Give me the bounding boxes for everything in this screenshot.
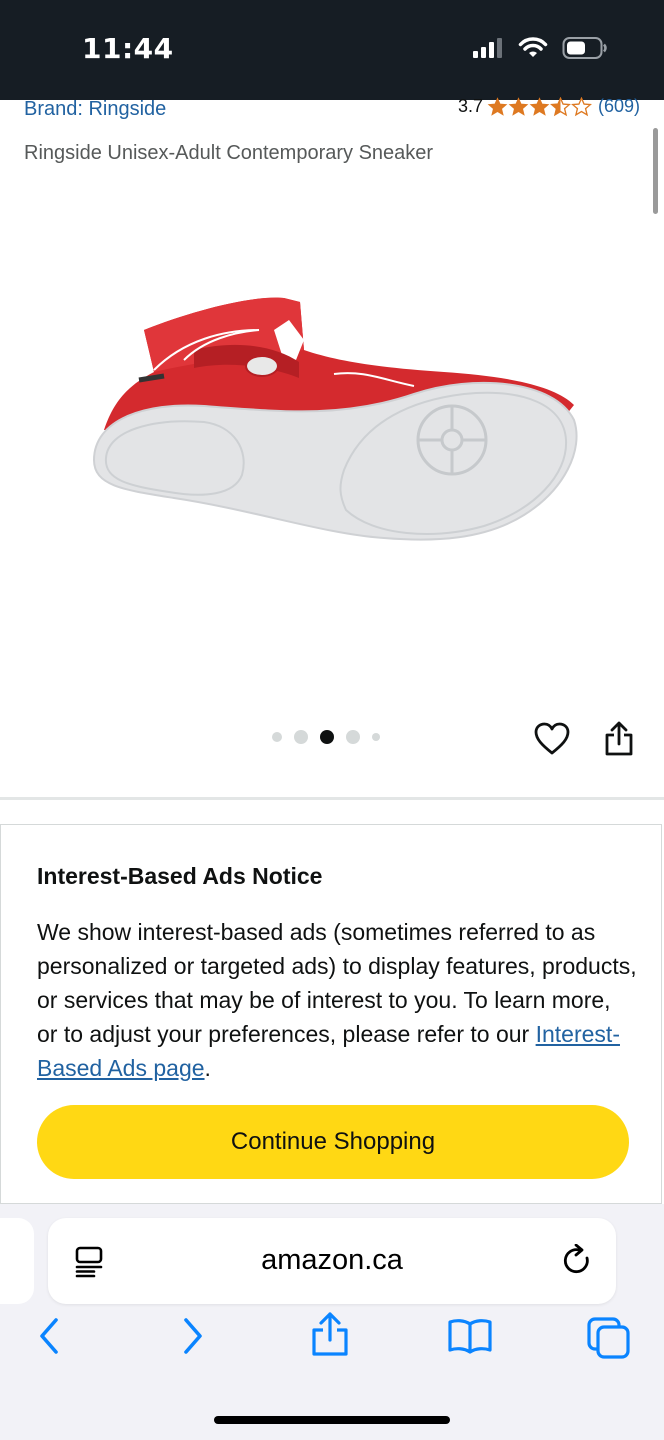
carousel-dot[interactable] — [294, 730, 308, 744]
carousel-dot[interactable] — [372, 733, 380, 741]
address-bar[interactable]: amazon.ca — [48, 1218, 616, 1304]
notice-title: Interest-Based Ads Notice — [37, 863, 323, 889]
wishlist-heart-icon[interactable] — [534, 722, 570, 756]
forward-arrow-icon[interactable] — [178, 1316, 208, 1356]
wifi-icon — [518, 37, 548, 57]
notice-body: We show interest-based ads (sometimes re… — [37, 915, 637, 1085]
cellular-signal-icon — [473, 38, 502, 58]
rating-count[interactable]: (609) — [598, 96, 640, 117]
rating-value: 3.7 — [457, 96, 483, 116]
back-arrow-icon[interactable] — [34, 1316, 64, 1356]
ads-notice-panel: Interest-Based Ads Notice We show intere… — [0, 824, 662, 1204]
section-divider — [0, 797, 664, 800]
brand-link[interactable]: Brand: Ringside — [24, 98, 166, 121]
star-full-icon — [487, 96, 508, 116]
browser-chrome: amazon.ca — [0, 1204, 664, 1440]
carousel-dot[interactable] — [346, 730, 360, 744]
star-half-icon — [549, 96, 571, 116]
share-sheet-icon[interactable] — [310, 1310, 350, 1358]
star-full-icon — [529, 96, 550, 116]
star-full-icon — [508, 96, 529, 116]
carousel-dot-active[interactable] — [320, 730, 334, 744]
battery-icon — [562, 37, 607, 59]
status-time: 11:44 — [82, 32, 174, 65]
previous-tab-preview[interactable] — [0, 1218, 34, 1304]
status-bar: 11:44 — [0, 0, 664, 100]
share-icon[interactable] — [604, 720, 634, 758]
bookmarks-icon[interactable] — [446, 1316, 494, 1356]
home-indicator — [214, 1416, 450, 1424]
carousel-dot[interactable] — [272, 732, 282, 742]
product-image[interactable] — [84, 290, 584, 550]
rating-stars — [487, 96, 592, 117]
notice-body-end: . — [204, 1055, 211, 1081]
url-text[interactable]: amazon.ca — [48, 1244, 616, 1277]
rating-summary[interactable]: 3.7 (609) — [458, 96, 640, 117]
continue-shopping-button[interactable]: Continue Shopping — [37, 1105, 629, 1179]
tabs-overview-icon[interactable] — [586, 1316, 632, 1360]
browser-toolbar — [0, 1312, 664, 1376]
image-carousel-dots[interactable] — [272, 730, 380, 744]
reload-icon[interactable] — [562, 1244, 594, 1278]
product-title: Ringside Unisex-Adult Contemporary Sneak… — [24, 142, 434, 164]
star-empty-icon — [570, 96, 592, 116]
page-scrollbar[interactable] — [653, 128, 658, 214]
status-icons — [472, 36, 608, 60]
